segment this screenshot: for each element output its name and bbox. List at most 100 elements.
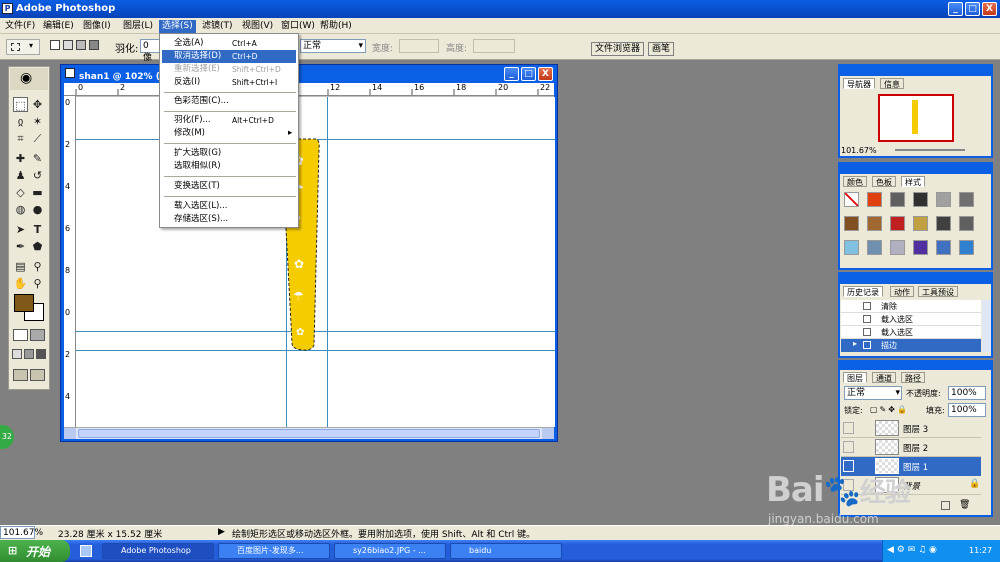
style-swatch[interactable] [867, 240, 882, 255]
style-swatch[interactable] [936, 192, 951, 207]
menu-select[interactable]: 选择(S) [159, 20, 196, 33]
screen-mode-full-menu-icon[interactable] [24, 349, 34, 359]
new-layer-icon[interactable] [941, 501, 950, 510]
style-swatch[interactable] [844, 240, 859, 255]
floating-badge[interactable]: 32 [0, 425, 14, 449]
quick-mask-icon[interactable] [30, 329, 45, 341]
tab-brushes[interactable]: 画笔 [648, 42, 675, 56]
marquee-tool-icon[interactable]: ⬚ [13, 97, 28, 112]
navigator-thumbnail[interactable] [878, 94, 954, 142]
type-tool-icon[interactable]: T [30, 222, 45, 237]
history-item[interactable]: 清除 [841, 300, 981, 313]
healing-brush-icon[interactable]: ✚ [13, 151, 28, 166]
tab-tool-presets[interactable]: 工具预设 [918, 286, 958, 297]
slice-tool-icon[interactable]: ⟋ [30, 131, 45, 146]
menu-image[interactable]: 图像(I) [80, 20, 114, 33]
jump-to-imageready-icon[interactable] [13, 369, 28, 381]
menu-item-inverse[interactable]: 反选(I) Shift+Ctrl+I [162, 76, 296, 89]
style-swatch[interactable] [913, 192, 928, 207]
tab-paths[interactable]: 路径 [901, 372, 925, 383]
tab-color[interactable]: 颜色 [843, 176, 867, 187]
canvas[interactable]: ✿ ☂ ✿ ✿ ☂ ✿ [76, 97, 555, 427]
history-item[interactable]: 载入选区 [841, 313, 981, 326]
subtract-selection-icon[interactable] [76, 40, 86, 50]
foreground-color-swatch[interactable] [14, 294, 34, 312]
style-swatch[interactable] [936, 240, 951, 255]
doc-close-button[interactable]: X [538, 67, 553, 81]
menu-item-select-all[interactable]: 全选(A) Ctrl+A [162, 37, 296, 50]
blur-tool-icon[interactable]: ◍ [13, 202, 28, 217]
style-swatch[interactable] [867, 216, 882, 231]
menu-item-load-selection[interactable]: 载入选区(L)... [162, 200, 296, 213]
status-play-icon[interactable]: ▶ [218, 527, 225, 537]
style-swatch[interactable] [959, 192, 974, 207]
eraser-tool-icon[interactable]: ◇ [13, 185, 28, 200]
path-select-icon[interactable]: ➤ [13, 222, 28, 237]
show-desktop-icon[interactable] [80, 545, 92, 557]
navigator-zoom-value[interactable]: 101.67% [841, 146, 877, 155]
height-input[interactable] [473, 39, 515, 53]
screen-mode-standard-icon[interactable] [12, 349, 22, 359]
dodge-tool-icon[interactable]: ● [30, 202, 45, 217]
scroll-thumb[interactable] [78, 429, 540, 438]
taskbar-item-image[interactable]: sy26biao2.JPG - ... [334, 543, 446, 559]
menu-item-grow[interactable]: 扩大选取(G) [162, 147, 296, 160]
feather-input[interactable]: 0 像 [140, 39, 160, 63]
style-swatch[interactable] [913, 240, 928, 255]
style-swatch[interactable] [844, 192, 859, 207]
shape-tool-icon[interactable]: ⬟ [30, 239, 45, 254]
menu-item-save-selection[interactable]: 存储选区(S)... [162, 213, 296, 226]
history-item[interactable]: 载入选区 [841, 326, 981, 339]
start-button[interactable]: ⊞ 开始 [0, 540, 70, 562]
fill-input[interactable]: 100% [948, 403, 986, 417]
opacity-input[interactable]: 100% [948, 386, 986, 400]
status-zoom[interactable]: 101.67% [0, 526, 43, 539]
add-selection-icon[interactable] [63, 40, 73, 50]
menu-window[interactable]: 窗口(W) [278, 20, 318, 33]
style-swatch[interactable] [867, 192, 882, 207]
move-tool-icon[interactable]: ✥ [30, 97, 45, 112]
menu-item-modify[interactable]: 修改(M) ▸ [162, 127, 296, 140]
tab-navigator[interactable]: 导航器 [843, 78, 875, 89]
tab-actions[interactable]: 动作 [890, 286, 914, 297]
tab-info[interactable]: 信息 [880, 78, 904, 89]
style-swatch[interactable] [844, 216, 859, 231]
menu-layer[interactable]: 图层(L) [120, 20, 156, 33]
scroll-right-arrow-icon[interactable] [542, 428, 554, 439]
taskbar-item-photoshop[interactable]: Adobe Photoshop [102, 543, 214, 559]
tab-history[interactable]: 历史记录 [843, 286, 883, 297]
style-swatch[interactable] [890, 240, 905, 255]
menu-item-transform-selection[interactable]: 变换选区(T) [162, 180, 296, 193]
menu-item-feather[interactable]: 羽化(F)... Alt+Ctrl+D [162, 114, 296, 127]
doc-minimize-button[interactable]: _ [504, 67, 519, 81]
tray-icons[interactable]: ◀ ⚙ ✉ ♫ ◉ [887, 545, 937, 555]
screen-mode-full-icon[interactable] [36, 349, 46, 359]
gradient-tool-icon[interactable]: ▬ [30, 185, 45, 200]
tab-swatches[interactable]: 色板 [872, 176, 896, 187]
menu-item-deselect[interactable]: 取消选择(D) Ctrl+D [162, 50, 296, 63]
notes-tool-icon[interactable]: ▤ [13, 259, 28, 274]
taskbar-item-folder[interactable]: baidu [450, 543, 562, 559]
brush-tool-icon[interactable]: ✎ [30, 151, 45, 166]
eyedropper-icon[interactable]: ⚲ [30, 259, 45, 274]
tool-preset-picker[interactable]: ▾ [6, 39, 40, 55]
style-swatch[interactable] [890, 216, 905, 231]
history-item-active[interactable]: ▸ 描边 [841, 339, 981, 352]
style-swatch[interactable] [936, 216, 951, 231]
lock-icons[interactable]: ▢✎✥🔒 [870, 405, 909, 414]
doc-maximize-button[interactable]: □ [521, 67, 536, 81]
menu-item-color-range[interactable]: 色彩范围(C)... [162, 95, 296, 108]
style-swatch[interactable] [959, 216, 974, 231]
trash-icon[interactable]: 🗑 [959, 500, 970, 510]
new-selection-icon[interactable] [50, 40, 60, 50]
tab-layers[interactable]: 图层 [843, 372, 867, 383]
layer-row[interactable]: 图层 2 [841, 438, 981, 457]
zoom-slider[interactable] [895, 149, 965, 151]
taskbar-item-browser[interactable]: 百度图片-发现多... [218, 543, 330, 559]
minimize-button[interactable]: _ [948, 2, 963, 16]
blend-mode-select[interactable]: 正常 ▾ [844, 386, 902, 400]
horizontal-scrollbar[interactable] [64, 427, 554, 439]
crop-tool-icon[interactable]: ⌗ [13, 131, 28, 146]
style-swatch[interactable] [959, 240, 974, 255]
menu-edit[interactable]: 编辑(E) [40, 20, 77, 33]
